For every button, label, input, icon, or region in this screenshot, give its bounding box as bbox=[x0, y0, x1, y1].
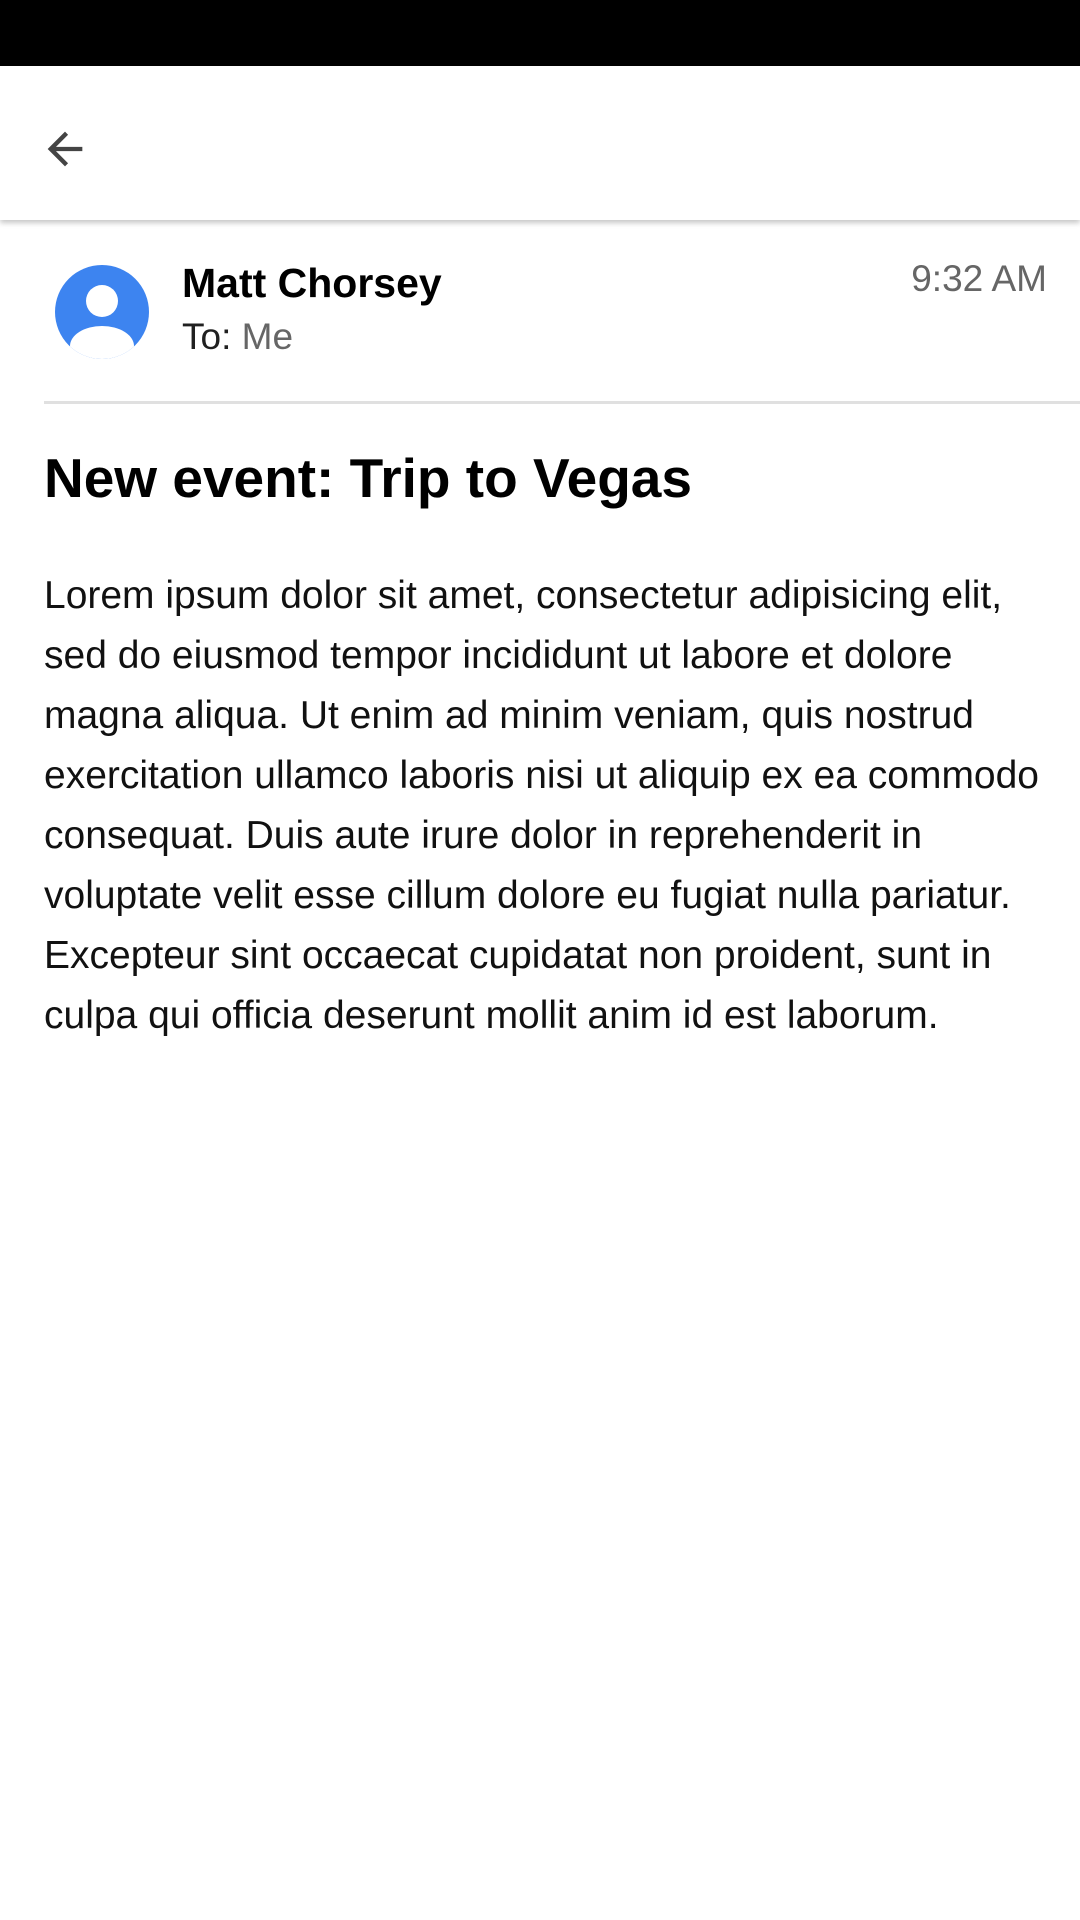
recipient-line: To: Me bbox=[182, 316, 293, 358]
arrow-back-icon bbox=[47, 131, 83, 167]
recipient-name: Me bbox=[241, 316, 294, 357]
account-circle-icon bbox=[55, 265, 149, 359]
email-subject: New event: Trip to Vegas bbox=[44, 447, 692, 509]
app-bar bbox=[0, 66, 1080, 220]
sender-name: Matt Chorsey bbox=[182, 260, 442, 306]
email-body: Lorem ipsum dolor sit amet, consectetur … bbox=[44, 574, 1039, 1037]
avatar[interactable] bbox=[54, 264, 150, 360]
status-bar bbox=[0, 0, 1080, 66]
divider bbox=[44, 401, 1080, 404]
back-button[interactable] bbox=[22, 106, 108, 192]
email-timestamp: 9:32 AM bbox=[911, 258, 1047, 299]
to-label: To: bbox=[182, 316, 232, 357]
email-header: Matt Chorsey To: Me 9:32 AM bbox=[0, 222, 1080, 402]
